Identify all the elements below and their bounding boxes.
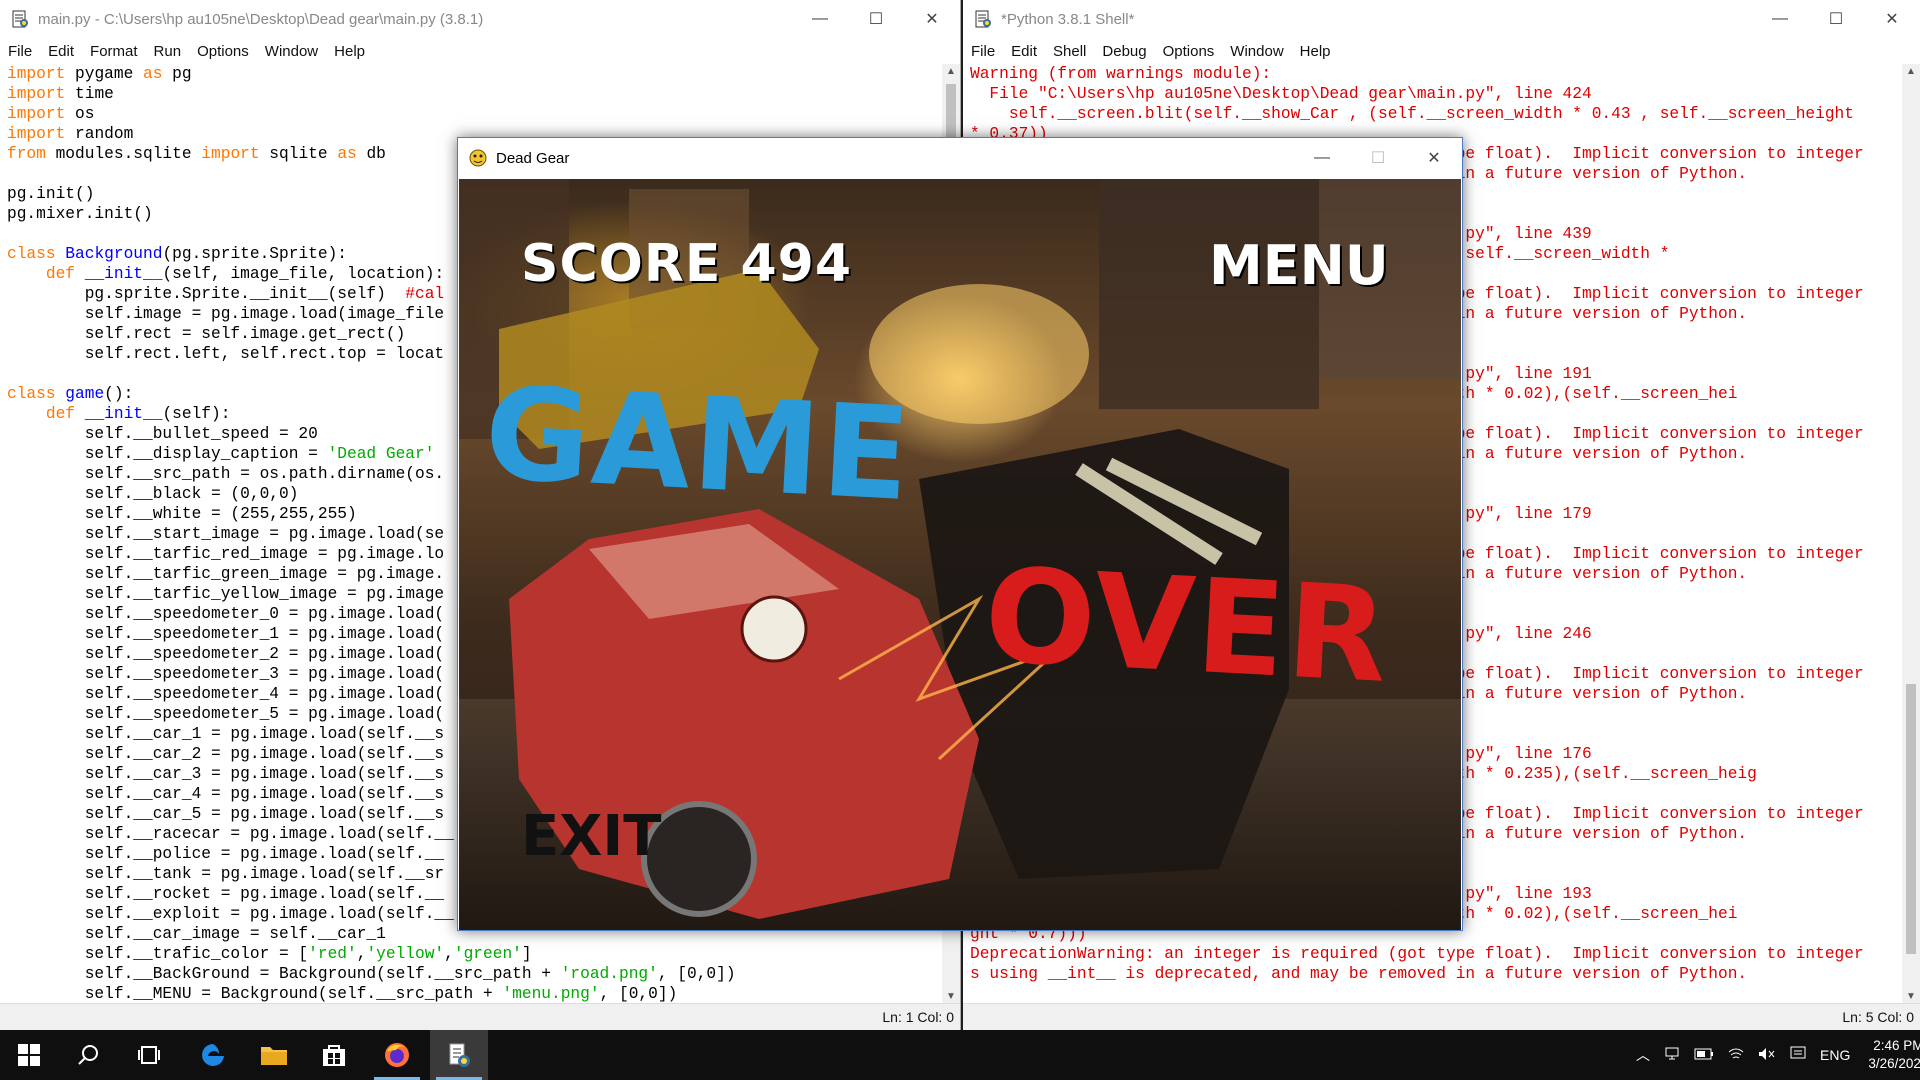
game-over-over-word: OVER xyxy=(981,539,1393,712)
shell-scrollbar[interactable]: ▲ ▼ xyxy=(1902,64,1920,1004)
cursor-position: Ln: 1 Col: 0 xyxy=(882,1009,954,1025)
editor-minimize-button[interactable]: — xyxy=(792,0,848,38)
shell-scroll-down-icon[interactable]: ▼ xyxy=(1902,991,1920,1002)
task-view-icon xyxy=(138,1046,160,1064)
store-button[interactable] xyxy=(305,1030,363,1080)
menu-file[interactable]: File xyxy=(0,43,40,60)
shell-menu-options[interactable]: Options xyxy=(1155,43,1223,60)
shell-scroll-up-icon[interactable]: ▲ xyxy=(1902,66,1920,77)
shell-minimize-button[interactable]: — xyxy=(1752,0,1808,38)
shell-line: self.__screen.blit(self.__show_Car , (se… xyxy=(970,105,1854,123)
game-canvas[interactable]: SCORE 494 MENU GAME OVER EXIT xyxy=(459,179,1461,930)
pygame-icon xyxy=(468,148,488,168)
file-explorer-button[interactable] xyxy=(245,1030,303,1080)
shell-close-button[interactable]: ✕ xyxy=(1864,0,1920,38)
python-shell-icon xyxy=(973,9,993,29)
score-text: SCORE 494 xyxy=(521,234,853,294)
shell-menu-edit[interactable]: Edit xyxy=(1003,43,1045,60)
shell-cursor-position: Ln: 5 Col: 0 xyxy=(1842,1009,1914,1025)
shell-menu-window[interactable]: Window xyxy=(1222,43,1291,60)
language-indicator[interactable]: ENG xyxy=(1820,1047,1850,1063)
code-line: import time xyxy=(7,85,114,103)
shell-menu-debug[interactable]: Debug xyxy=(1094,43,1154,60)
firefox-icon xyxy=(385,1043,409,1067)
skull-decal xyxy=(740,595,808,663)
menu-format[interactable]: Format xyxy=(82,43,146,60)
game-over-game-word: GAME xyxy=(481,359,916,531)
editor-title: main.py - C:\Users\hp au105ne\Desktop\De… xyxy=(38,10,484,28)
system-tray: ︿ ENG 2:46 PM 3/26/2020 xyxy=(1636,1030,1920,1080)
editor-statusbar: Ln: 1 Col: 0 xyxy=(0,1003,960,1030)
game-title: Dead Gear xyxy=(496,149,570,167)
start-button[interactable] xyxy=(0,1030,58,1080)
shell-title: *Python 3.8.1 Shell* xyxy=(1001,10,1135,28)
network-icon[interactable] xyxy=(1728,1047,1744,1064)
idle-taskbar-button[interactable] xyxy=(430,1030,488,1080)
menu-run[interactable]: Run xyxy=(146,43,190,60)
battery-icon[interactable] xyxy=(1694,1047,1714,1063)
game-minimize-button[interactable]: — xyxy=(1294,139,1350,177)
menu-button[interactable]: MENU xyxy=(1209,234,1389,297)
edge-icon xyxy=(202,1044,224,1066)
shell-line: File "C:\Users\hp au105ne\Desktop\Dead g… xyxy=(970,85,1592,103)
shell-maximize-button[interactable]: ☐ xyxy=(1808,0,1864,38)
game-maximize-button[interactable]: ☐ xyxy=(1350,139,1406,177)
shell-line: DeprecationWarning: an integer is requir… xyxy=(970,945,1864,963)
shell-statusbar: Ln: 5 Col: 0 xyxy=(963,1003,1920,1030)
menu-help[interactable]: Help xyxy=(326,43,373,60)
shell-scroll-thumb[interactable] xyxy=(1906,684,1916,954)
taskbar: ︿ ENG 2:46 PM 3/26/2020 xyxy=(0,1030,1920,1080)
ethernet-icon[interactable] xyxy=(1664,1047,1680,1064)
search-icon xyxy=(78,1045,98,1065)
store-icon xyxy=(323,1045,345,1066)
editor-maximize-button[interactable]: ☐ xyxy=(848,0,904,38)
menu-window[interactable]: Window xyxy=(257,43,326,60)
code-line: self.__trafic_color = ['red','yellow','g… xyxy=(7,945,532,963)
code-line: import pygame as pg xyxy=(7,65,192,83)
search-button[interactable] xyxy=(60,1030,118,1080)
shell-menu-file[interactable]: File xyxy=(963,43,1003,60)
edge-button[interactable] xyxy=(184,1030,242,1080)
shell-menu-help[interactable]: Help xyxy=(1292,43,1339,60)
game-close-button[interactable]: ✕ xyxy=(1406,139,1462,177)
python-file-icon xyxy=(10,9,30,29)
scroll-down-icon[interactable]: ▼ xyxy=(942,991,960,1002)
code-line: self.__MENU = Background(self.__src_path… xyxy=(7,985,678,1003)
firefox-button[interactable] xyxy=(368,1030,426,1080)
shell-menubar: File Edit Shell Debug Options Window Hel… xyxy=(963,38,1920,64)
clock-time: 2:46 PM xyxy=(1873,1038,1920,1053)
editor-titlebar[interactable]: main.py - C:\Users\hp au105ne\Desktop\De… xyxy=(0,0,960,38)
exit-button[interactable]: EXIT xyxy=(521,804,661,869)
code-line: import os xyxy=(7,105,95,123)
action-center-icon[interactable] xyxy=(1790,1046,1806,1065)
clock[interactable]: 2:46 PM 3/26/2020 xyxy=(1868,1037,1920,1073)
shell-line: s using __int__ is deprecated, and may b… xyxy=(970,965,1748,983)
task-view-button[interactable] xyxy=(120,1030,178,1080)
windows-logo-icon xyxy=(18,1044,40,1066)
editor-menubar: File Edit Format Run Options Window Help xyxy=(0,38,960,64)
clock-date: 3/26/2020 xyxy=(1868,1056,1920,1071)
shell-menu-shell[interactable]: Shell xyxy=(1045,43,1094,60)
game-titlebar[interactable]: Dead Gear — ☐ ✕ xyxy=(458,138,1462,178)
game-window: Dead Gear — ☐ ✕ SCORE 494 MENU GAME OVER… xyxy=(457,137,1463,931)
folder-icon xyxy=(261,1047,287,1065)
volume-muted-icon[interactable] xyxy=(1758,1047,1776,1064)
menu-options[interactable]: Options xyxy=(189,43,257,60)
editor-close-button[interactable]: ✕ xyxy=(904,0,960,38)
code-line: self.__BackGround = Background(self.__sr… xyxy=(7,965,736,983)
shell-titlebar[interactable]: *Python 3.8.1 Shell* — ☐ ✕ xyxy=(963,0,1920,38)
scroll-up-icon[interactable]: ▲ xyxy=(942,66,960,77)
chevron-up-icon[interactable]: ︿ xyxy=(1636,1045,1650,1065)
shell-line: Warning (from warnings module): xyxy=(970,65,1272,83)
menu-edit[interactable]: Edit xyxy=(40,43,82,60)
python-idle-icon xyxy=(449,1043,470,1067)
